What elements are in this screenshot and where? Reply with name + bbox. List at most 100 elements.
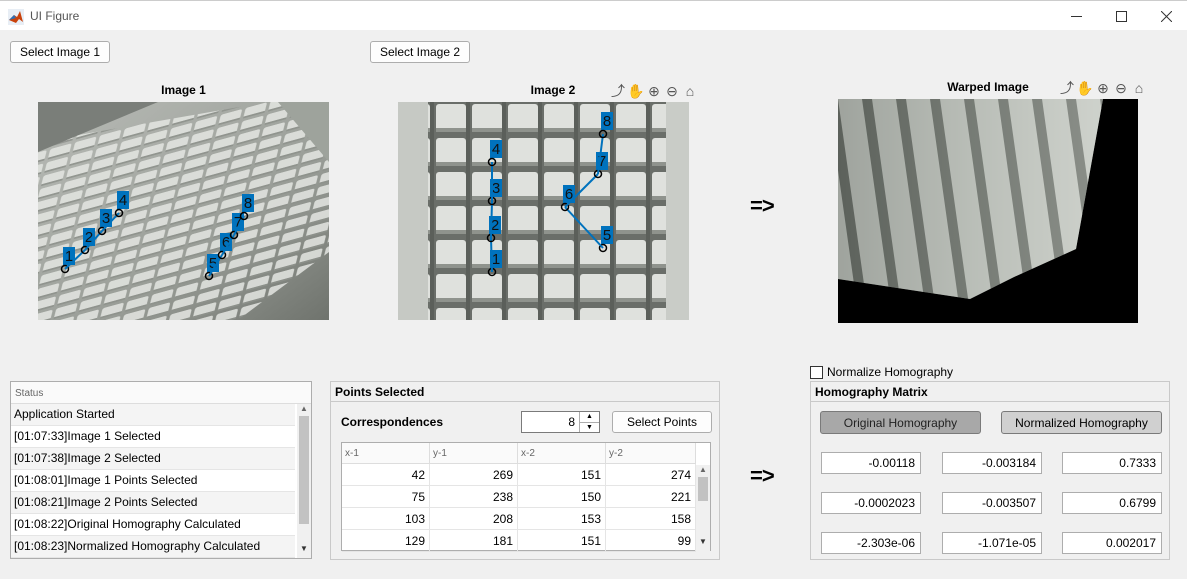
table-column-header[interactable]: y-2 [606, 443, 696, 464]
image-2-axes[interactable]: 12345678 [398, 102, 689, 320]
table-cell[interactable]: 181 [430, 530, 518, 552]
spinner-arrows[interactable]: ▲ ▼ [579, 412, 599, 432]
spinner-down-icon[interactable]: ▼ [580, 422, 599, 433]
minimize-icon [1070, 15, 1082, 17]
image-1-axes[interactable]: 12345678 [38, 102, 329, 320]
table-cell[interactable]: 103 [342, 508, 430, 530]
table-cell[interactable]: 153 [518, 508, 606, 530]
homography-cell[interactable]: 0.002017 [1062, 532, 1162, 554]
homography-cell[interactable]: -0.003184 [942, 452, 1042, 474]
minimize-button[interactable] [1053, 1, 1099, 31]
table-column-header[interactable]: x-1 [342, 443, 430, 464]
pan-hand-icon[interactable]: ✋ [1076, 80, 1094, 98]
homography-cell[interactable]: -0.0002023 [821, 492, 921, 514]
status-header: Status [11, 382, 311, 404]
table-scrollbar[interactable]: ▲ ▼ [696, 465, 710, 551]
homography-cell[interactable]: -0.00118 [821, 452, 921, 474]
window-title: UI Figure [30, 9, 80, 23]
table-cell[interactable]: 150 [518, 486, 606, 508]
arrow-glyph-bottom: => [750, 463, 775, 488]
status-row[interactable]: [01:08:22]Original Homography Calculated [11, 514, 295, 536]
point-link-line [490, 237, 493, 273]
home-icon[interactable]: ⌂ [681, 82, 699, 100]
spinner-up-icon[interactable]: ▲ [580, 412, 599, 422]
scroll-down-icon[interactable]: ▼ [297, 544, 311, 553]
table-cell[interactable]: 158 [606, 508, 696, 530]
zoom-in-icon[interactable]: ⊕ [645, 83, 663, 101]
image-2-toolbar: ⤴ ✋ ⊕ ⊖ ⌂ [609, 82, 699, 101]
warped-image-axes[interactable] [838, 99, 1138, 323]
correspondences-label: Correspondences [341, 415, 444, 429]
table-cell[interactable]: 151 [518, 464, 606, 486]
maximize-icon [1115, 10, 1127, 22]
status-row[interactable]: [01:08:21]Image 2 Points Selected [11, 492, 295, 514]
points-selected-title: Points Selected [335, 385, 425, 399]
select-image-2-button[interactable]: Select Image 2 [370, 41, 470, 63]
table-cell[interactable]: 274 [606, 464, 696, 486]
homography-title: Homography Matrix [815, 385, 928, 399]
points-table[interactable]: x-1 y-1 x-2 y-2 42 269 151 274 75 238 150 221 103 208… [341, 442, 711, 552]
homography-cell[interactable]: -2.303e-06 [821, 532, 921, 554]
point-label: 8 [244, 195, 252, 212]
zoom-out-icon[interactable]: ⊖ [1112, 80, 1130, 98]
homography-cell[interactable]: 0.6799 [1062, 492, 1162, 514]
scroll-up-icon[interactable]: ▲ [696, 465, 710, 477]
table-cell[interactable]: 99 [606, 530, 696, 552]
point-label: 3 [492, 180, 500, 197]
point-label: 8 [603, 113, 611, 130]
status-scrollbar[interactable]: ▲ ▼ [297, 404, 311, 558]
matlab-logo-icon [8, 9, 24, 25]
image-1-title: Image 1 [161, 83, 206, 97]
warped-photo [838, 99, 1138, 323]
status-listbox[interactable]: Status Application Started [01:07:33]Imag… [10, 381, 312, 559]
point-label: 4 [119, 192, 127, 209]
homography-cell[interactable]: -1.071e-05 [942, 532, 1042, 554]
status-row[interactable]: [01:08:01]Image 1 Points Selected [11, 470, 295, 492]
close-button[interactable] [1143, 1, 1187, 31]
homography-cell[interactable]: 0.7333 [1062, 452, 1162, 474]
status-row[interactable]: Application Started [11, 404, 295, 426]
status-row[interactable]: [01:07:38]Image 2 Selected [11, 448, 295, 470]
correspondences-spinner[interactable]: 8 ▲ ▼ [521, 411, 600, 433]
keyboard-photo-1: 12345678 [38, 102, 329, 320]
point-label: 5 [603, 227, 611, 244]
table-cell[interactable]: 221 [606, 486, 696, 508]
scroll-thumb[interactable] [698, 477, 708, 501]
table-cell[interactable]: 238 [430, 486, 518, 508]
select-image-1-button[interactable]: Select Image 1 [10, 41, 110, 63]
points-selected-panel: Points Selected Correspondences 8 ▲ ▼ Se… [330, 381, 720, 560]
table-cell[interactable]: 151 [518, 530, 606, 552]
status-row[interactable]: [01:08:23]Normalized Homography Calculat… [11, 536, 295, 558]
warped-toolbar: ⤴ ✋ ⊕ ⊖ ⌂ [1058, 79, 1148, 98]
table-cell[interactable]: 129 [342, 530, 430, 552]
scroll-up-icon[interactable]: ▲ [297, 404, 311, 416]
home-icon[interactable]: ⌂ [1130, 79, 1148, 97]
scroll-down-icon[interactable]: ▼ [696, 537, 710, 546]
zoom-in-icon[interactable]: ⊕ [1094, 80, 1112, 98]
select-points-button[interactable]: Select Points [612, 411, 712, 433]
table-cell[interactable]: 269 [430, 464, 518, 486]
status-row[interactable]: [01:07:33]Image 1 Selected [11, 426, 295, 448]
homography-cell[interactable]: -0.003507 [942, 492, 1042, 514]
original-homography-button[interactable]: Original Homography [820, 411, 981, 434]
pan-hand-icon[interactable]: ✋ [627, 83, 645, 101]
table-cell[interactable]: 75 [342, 486, 430, 508]
table-row[interactable]: 75 238 150 221 [342, 486, 696, 508]
normalized-homography-button[interactable]: Normalized Homography [1001, 411, 1162, 434]
zoom-out-icon[interactable]: ⊖ [663, 83, 681, 101]
table-column-header[interactable]: x-2 [518, 443, 606, 464]
keyboard-photo-2: 12345678 [398, 102, 689, 320]
table-row[interactable]: 103 208 153 158 [342, 508, 696, 530]
homography-panel: Homography Matrix Original Homography No… [810, 381, 1170, 560]
table-column-header[interactable]: y-1 [430, 443, 518, 464]
table-row[interactable]: 42 269 151 274 [342, 464, 696, 486]
scroll-thumb[interactable] [299, 416, 309, 524]
table-row[interactable]: 129 181 151 99 [342, 530, 696, 552]
table-cell[interactable]: 208 [430, 508, 518, 530]
maximize-button[interactable] [1098, 1, 1144, 31]
export-icon[interactable]: ⤴ [609, 82, 627, 100]
table-cell[interactable]: 42 [342, 464, 430, 486]
normalize-homography-checkbox[interactable] [810, 366, 823, 379]
point-label: 1 [492, 251, 500, 268]
export-icon[interactable]: ⤴ [1058, 79, 1076, 97]
